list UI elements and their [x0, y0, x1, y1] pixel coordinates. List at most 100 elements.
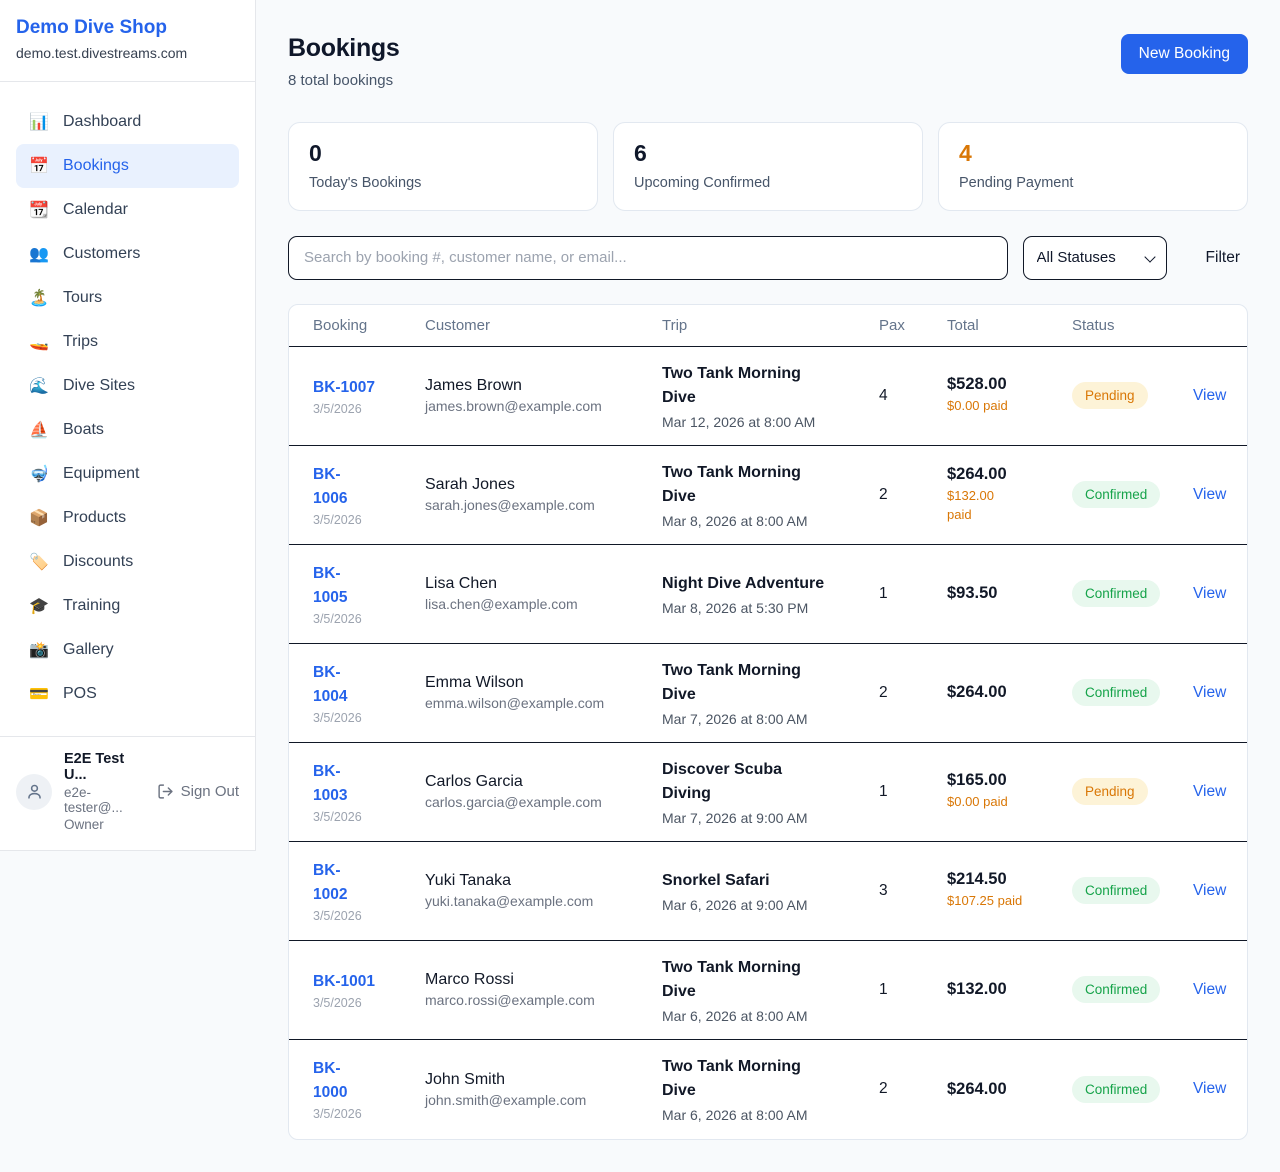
- booking-date: 3/5/2026: [313, 909, 413, 923]
- stat-value: 4: [959, 140, 1227, 168]
- trip-datetime: Mar 8, 2026 at 5:30 PM: [662, 600, 867, 616]
- bookings-icon: 📅: [29, 156, 49, 176]
- new-booking-button[interactable]: New Booking: [1121, 34, 1248, 74]
- trips-icon: 🚤: [29, 332, 49, 352]
- tours-icon: 🏝️: [29, 288, 49, 308]
- booking-id-link[interactable]: BK-1000: [313, 1057, 347, 1105]
- booking-row: BK-10003/5/2026John Smithjohn.smith@exam…: [289, 1040, 1247, 1139]
- search-input[interactable]: [288, 236, 1008, 280]
- sidebar-item-label: Bookings: [63, 157, 129, 175]
- sidebar: Demo Dive Shop demo.test.divestreams.com…: [0, 0, 256, 851]
- pax-count: 3: [879, 882, 947, 900]
- customer-email: sarah.jones@example.com: [425, 497, 650, 513]
- total-cell: $214.50$107.25 paid: [947, 870, 1072, 911]
- booking-id-link[interactable]: BK-1002: [313, 859, 347, 907]
- boats-icon: ⛵: [29, 420, 49, 440]
- booking-date: 3/5/2026: [313, 612, 413, 626]
- brand-name: Demo Dive Shop: [16, 17, 239, 39]
- trip-name: Two Tank MorningDive: [662, 956, 867, 1004]
- view-link[interactable]: View: [1193, 783, 1226, 800]
- sidebar-item-dashboard[interactable]: 📊Dashboard: [16, 100, 239, 144]
- booking-date: 3/5/2026: [313, 810, 413, 824]
- stat-card-upcoming-confirmed: 6 Upcoming Confirmed: [613, 122, 923, 211]
- trip-name: Two Tank MorningDive: [662, 1055, 867, 1103]
- column-header-total: Total: [947, 317, 1072, 334]
- customer-email: james.brown@example.com: [425, 398, 650, 414]
- total-amount: $214.50: [947, 870, 1060, 889]
- stat-card-pending-payment: 4Pending Payment: [938, 122, 1248, 211]
- trip-name: Two Tank MorningDive: [662, 461, 867, 509]
- stat-label: Today's Bookings: [309, 175, 577, 191]
- sidebar-item-label: Dashboard: [63, 113, 141, 131]
- sign-out-button[interactable]: Sign Out: [157, 783, 239, 800]
- customer-name: Carlos Garcia: [425, 773, 650, 791]
- table-header-row: BookingCustomerTripPaxTotalStatus: [289, 305, 1247, 347]
- column-header-pax: Pax: [879, 317, 947, 334]
- sidebar-item-products[interactable]: 📦Products: [16, 496, 239, 540]
- actions-cell: View: [1193, 981, 1238, 999]
- booking-id-link[interactable]: BK-1007: [313, 376, 375, 400]
- total-amount: $165.00: [947, 771, 1060, 790]
- booking-row: BK-10023/5/2026Yuki Tanakayuki.tanaka@ex…: [289, 842, 1247, 941]
- view-link[interactable]: View: [1193, 1080, 1226, 1097]
- trip-datetime: Mar 7, 2026 at 8:00 AM: [662, 711, 867, 727]
- view-link[interactable]: View: [1193, 585, 1226, 602]
- trip-cell: Two Tank MorningDive Mar 7, 2026 at 8:00 …: [662, 659, 879, 727]
- filter-button[interactable]: Filter: [1198, 249, 1248, 267]
- trip-datetime: Mar 8, 2026 at 8:00 AM: [662, 513, 867, 529]
- sidebar-item-bookings[interactable]: 📅 Bookings: [16, 144, 239, 188]
- booking-cell: BK-10073/5/2026: [313, 376, 425, 416]
- sidebar-item-pos[interactable]: 💳POS: [16, 672, 239, 716]
- sidebar-item-customers[interactable]: 👥Customers: [16, 232, 239, 276]
- sidebar-item-label: Customers: [63, 245, 140, 263]
- status-cell: Confirmed: [1072, 481, 1193, 508]
- sidebar-item-equipment[interactable]: 🤿Equipment: [16, 452, 239, 496]
- actions-cell: View: [1193, 486, 1238, 504]
- pax-count: 4: [879, 387, 947, 405]
- view-link[interactable]: View: [1193, 981, 1226, 998]
- view-link[interactable]: View: [1193, 882, 1226, 899]
- total-amount: $264.00: [947, 465, 1060, 484]
- column-header-status: Status: [1072, 317, 1193, 334]
- pax-count: 1: [879, 981, 947, 999]
- status-cell: Confirmed: [1072, 1076, 1193, 1103]
- booking-id-link[interactable]: BK-1005: [313, 562, 347, 610]
- total-amount: $264.00: [947, 1080, 1060, 1099]
- sidebar-item-label: Gallery: [63, 641, 114, 659]
- status-badge: Pending: [1072, 382, 1148, 409]
- view-link[interactable]: View: [1193, 486, 1226, 503]
- user-icon: [25, 782, 44, 801]
- booking-id-link[interactable]: BK-1006: [313, 463, 347, 511]
- sidebar-item-gallery[interactable]: 📸Gallery: [16, 628, 239, 672]
- column-header-customer: Customer: [425, 317, 662, 334]
- sidebar-item-tours[interactable]: 🏝️Tours: [16, 276, 239, 320]
- status-badge: Confirmed: [1072, 580, 1160, 607]
- sidebar-item-label: Boats: [63, 421, 104, 439]
- column-header-trip: Trip: [662, 317, 879, 334]
- filter-row: All Statuses Filter: [288, 236, 1248, 280]
- page-title: Bookings: [288, 34, 400, 63]
- booking-id-link[interactable]: BK-1001: [313, 970, 375, 994]
- status-badge: Confirmed: [1072, 976, 1160, 1003]
- user-name: E2E Test U...: [64, 751, 145, 783]
- sidebar-item-discounts[interactable]: 🏷️Discounts: [16, 540, 239, 584]
- customer-name: Sarah Jones: [425, 476, 650, 494]
- training-icon: 🎓: [29, 596, 49, 616]
- customer-name: Lisa Chen: [425, 575, 650, 593]
- sidebar-item-calendar[interactable]: 📆Calendar: [16, 188, 239, 232]
- sidebar-item-dive-sites[interactable]: 🌊Dive Sites: [16, 364, 239, 408]
- booking-id-link[interactable]: BK-1004: [313, 661, 347, 709]
- total-cell: $528.00$0.00 paid: [947, 375, 1072, 416]
- stat-label: Upcoming Confirmed: [634, 175, 902, 191]
- stat-value: 6: [634, 140, 902, 168]
- sidebar-item-training[interactable]: 🎓Training: [16, 584, 239, 628]
- view-link[interactable]: View: [1193, 684, 1226, 701]
- sidebar-item-boats[interactable]: ⛵ Boats: [16, 408, 239, 452]
- booking-row: BK-10043/5/2026Emma Wilsonemma.wilson@ex…: [289, 644, 1247, 743]
- status-filter-select[interactable]: All Statuses: [1023, 236, 1167, 280]
- customer-email: john.smith@example.com: [425, 1092, 650, 1108]
- booking-id-link[interactable]: BK-1003: [313, 760, 347, 808]
- trip-name: Two Tank MorningDive: [662, 659, 867, 707]
- view-link[interactable]: View: [1193, 387, 1226, 404]
- sidebar-item-trips[interactable]: 🚤Trips: [16, 320, 239, 364]
